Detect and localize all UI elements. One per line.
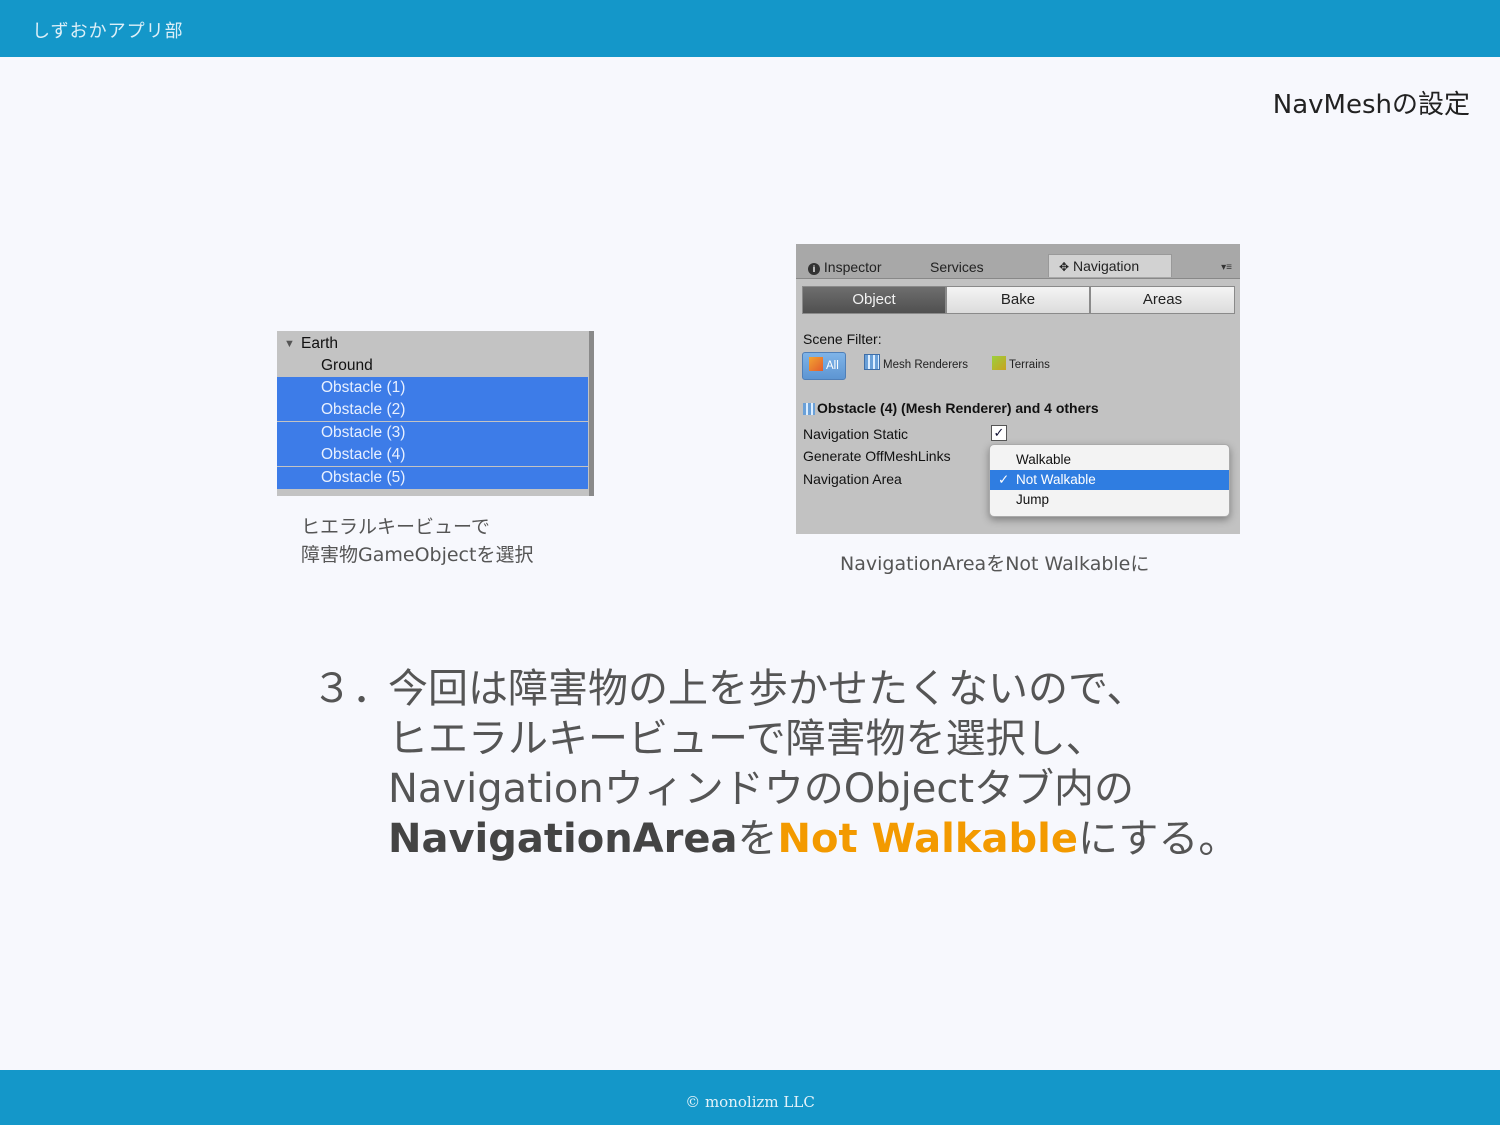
hierarchy-item-label: Obstacle (1) — [321, 379, 406, 396]
tab-label: Services — [930, 259, 984, 275]
filter-terrains-button[interactable]: Terrains — [992, 352, 1050, 378]
step-number: ３． — [312, 666, 392, 712]
step-line-3: NavigationウィンドウのObjectタブ内の — [388, 766, 1135, 812]
navigation-static-checkbox[interactable]: ✓ — [991, 425, 1007, 441]
hierarchy-caption: ヒエラルキービューで 障害物GameObjectを選択 — [301, 513, 533, 569]
hierarchy-item-obstacle-4[interactable]: Obstacle (4) — [277, 444, 588, 466]
step-ending: にする。 — [1077, 816, 1239, 862]
navigation-area-label: Navigation Area — [803, 471, 902, 487]
navigation-area-dropdown-menu: Walkable ✓ Not Walkable Jump — [989, 444, 1230, 517]
navigation-caption: NavigationAreaをNot Walkableに — [840, 553, 1150, 575]
segment-areas[interactable]: Areas — [1090, 286, 1235, 314]
tab-label: Inspector — [823, 259, 882, 275]
selection-title-text: Obstacle (4) (Mesh Renderer) and 4 other… — [817, 400, 1099, 416]
menu-item-not-walkable[interactable]: ✓ Not Walkable — [990, 470, 1229, 490]
selection-title: Obstacle (4) (Mesh Renderer) and 4 other… — [803, 400, 1099, 416]
footer-bar: © monolizm LLC — [0, 1070, 1500, 1125]
menu-item-walkable[interactable]: Walkable — [990, 450, 1229, 470]
filter-mesh-renderers-button[interactable]: Mesh Renderers — [864, 352, 968, 378]
filter-label: Mesh Renderers — [883, 359, 969, 371]
tab-services[interactable]: Services — [930, 256, 984, 278]
step-not-walkable: Not Walkable — [777, 816, 1078, 862]
hierarchy-panel: ▼ Earth Ground Obstacle (1) Obstacle (2)… — [277, 331, 594, 496]
menu-item-label: Not Walkable — [1016, 472, 1096, 487]
step-line-4: NavigationAreaをNot Walkableにする。 — [388, 814, 1238, 864]
tab-inspector[interactable]: i Inspector — [808, 256, 881, 278]
menu-item-label: Jump — [1016, 492, 1050, 507]
checkmark-icon: ✓ — [998, 472, 1010, 487]
expand-triangle-icon[interactable]: ▼ — [284, 333, 295, 355]
hierarchy-item-label: Obstacle (5) — [321, 469, 406, 486]
hierarchy-item-obstacle-1[interactable]: Obstacle (1) — [277, 377, 588, 399]
mesh-renderer-icon — [803, 403, 815, 415]
info-icon: i — [808, 263, 820, 275]
hierarchy-caption-line2: 障害物GameObjectを選択 — [301, 544, 534, 566]
step-particle: を — [737, 816, 778, 862]
navigation-static-label: Navigation Static — [803, 426, 909, 442]
hierarchy-caption-line1: ヒエラルキービューで — [301, 516, 490, 538]
brand-label: しずおかアプリ部 — [32, 21, 184, 42]
hierarchy-item-label: Obstacle (2) — [321, 401, 406, 418]
cube-icon — [809, 357, 823, 371]
step-lines: 今回は障害物の上を歩かせたくないので、 ヒエラルキービューで障害物を選択し、 N… — [388, 664, 1238, 864]
header-bar: しずおかアプリ部 — [0, 0, 1500, 57]
generate-offmeshlinks-label: Generate OffMeshLinks — [803, 448, 951, 464]
segment-bake[interactable]: Bake — [946, 286, 1090, 314]
step-line-2: ヒエラルキービューで障害物を選択し、 — [388, 716, 1106, 762]
hierarchy-item-obstacle-2[interactable]: Obstacle (2) — [277, 399, 588, 421]
filter-label: All — [826, 360, 839, 372]
hierarchy-item-label: Obstacle (4) — [321, 446, 406, 463]
step-navigationarea: NavigationArea — [388, 816, 738, 862]
hierarchy-root-label: Earth — [301, 335, 339, 352]
hierarchy-item-label: Ground — [321, 357, 373, 374]
navigation-icon: ✥ — [1059, 260, 1070, 274]
scene-filter-label: Scene Filter: — [803, 331, 882, 347]
tab-label: Navigation — [1072, 258, 1140, 274]
terrain-icon — [992, 356, 1006, 370]
hierarchy-item-obstacle-5[interactable]: Obstacle (5) — [277, 467, 588, 489]
segment-object[interactable]: Object — [802, 286, 946, 314]
hierarchy-scrollbar[interactable] — [589, 331, 594, 496]
copyright: © monolizm LLC — [685, 1093, 815, 1111]
hierarchy-item-obstacle-3[interactable]: Obstacle (3) — [277, 422, 588, 444]
menu-item-jump[interactable]: Jump — [990, 490, 1229, 510]
filter-all-button[interactable]: All — [802, 352, 846, 380]
hierarchy-item-label: Obstacle (3) — [321, 424, 406, 441]
panel-menu-icon[interactable]: ▾≡ — [1221, 262, 1232, 273]
hierarchy-item-ground[interactable]: Ground — [277, 355, 588, 377]
slide-title: NavMeshの設定 — [1272, 90, 1470, 120]
step-line-1: 今回は障害物の上を歩かせたくないので、 — [388, 666, 1147, 712]
mesh-icon — [864, 354, 880, 370]
tab-navigation[interactable]: ✥ Navigation — [1048, 254, 1172, 277]
filter-label: Terrains — [1009, 359, 1050, 371]
menu-item-label: Walkable — [1016, 452, 1072, 467]
navigation-window: i Inspector Services ✥ Navigation ▾≡ Obj… — [796, 244, 1240, 534]
hierarchy-root[interactable]: ▼ Earth — [277, 333, 588, 355]
